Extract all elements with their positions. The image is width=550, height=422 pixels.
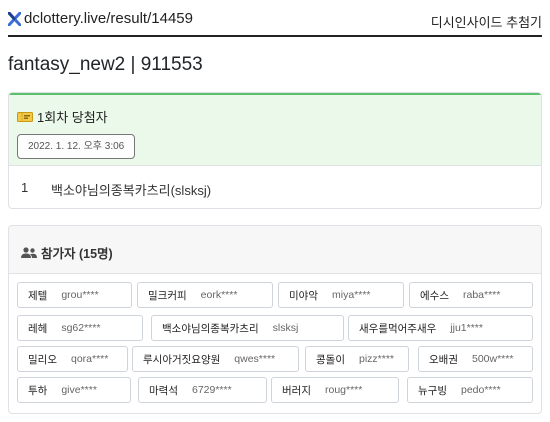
- winner-rank: 1: [21, 180, 29, 195]
- participants-title: 참가자 (15명): [21, 243, 113, 262]
- dcinside-lottery-link[interactable]: 디시인사이드 추첨기: [431, 12, 542, 31]
- participant-id: jju1****: [450, 322, 483, 334]
- participant-name: 레헤: [28, 322, 48, 335]
- participant-chip: 투하 give****: [17, 377, 131, 403]
- participant-chip: 백소야님의종복카츠리 slsksj: [151, 315, 344, 341]
- participant-id: qwes****: [234, 353, 276, 365]
- participant-name: 루시아거짓요양원: [143, 353, 221, 366]
- winner-row: 1 백소야님의종복카츠리(slsksj): [21, 180, 211, 199]
- x-logo-icon: [8, 11, 21, 26]
- participant-name: 미야악: [289, 289, 318, 302]
- participant-name: 마력석: [149, 384, 178, 397]
- ticket-icon: [17, 111, 33, 122]
- participant-id: raba****: [462, 289, 501, 301]
- participant-chip: 레헤 sg62****: [17, 315, 143, 341]
- participant-name: 투하: [28, 384, 48, 397]
- participant-chip: 마력석 6729****: [138, 377, 267, 403]
- participant-name: 새우를먹어주새우: [359, 322, 437, 335]
- participant-id: slsksj: [272, 322, 299, 334]
- participant-id: pizz****: [358, 353, 395, 365]
- participant-name: 제텔: [28, 289, 48, 302]
- participant-name: 콩돌이: [316, 353, 345, 366]
- participant-chip: 미야악 miya****: [278, 282, 404, 308]
- participant-id: qora****: [70, 353, 109, 365]
- participant-id: give****: [61, 384, 97, 396]
- page-title: fantasy_new2 | 911553: [8, 54, 203, 75]
- participant-name: 밀크커피: [148, 289, 187, 302]
- participant-id: eork****: [200, 289, 238, 301]
- participant-chip: 밀크커피 eork****: [137, 282, 273, 308]
- participant-name: 백소야님의종복카츠리: [162, 322, 259, 335]
- participant-chip: 뉴구빙 pedo****: [407, 377, 533, 403]
- participant-id: sg62****: [61, 322, 101, 334]
- winners-title: 1회차 당첨자: [17, 107, 108, 126]
- participants-title-text: 참가자 (15명): [41, 247, 113, 261]
- participant-id: 500w****: [471, 353, 514, 365]
- participant-chip: 오배권 500w****: [418, 346, 533, 372]
- participant-name: 뉴구빙: [418, 384, 447, 397]
- participants-header: 참가자 (15명): [9, 226, 541, 274]
- participant-id: pedo****: [460, 384, 501, 396]
- winners-header: 1회차 당첨자 2022. 1. 12. 오후 3:06: [9, 93, 541, 166]
- winner-name: 백소야님의종복카츠리(slsksj): [51, 183, 212, 198]
- brand-text: dclottery.live/result/14459: [24, 10, 193, 27]
- participant-chip: 새우를먹어주새우 jju1****: [348, 315, 533, 341]
- participant-id: roug****: [324, 384, 363, 396]
- participant-chip: 밀리오 qora****: [17, 346, 128, 372]
- participant-chip: 제텔 grou****: [17, 282, 132, 308]
- winners-title-text: 1회차 당첨자: [37, 110, 108, 125]
- participant-chip: 에수스 raba****: [409, 282, 533, 308]
- draw-date-badge: 2022. 1. 12. 오후 3:06: [17, 134, 136, 159]
- participant-name: 에수스: [420, 289, 449, 302]
- participant-chip: 콩돌이 pizz****: [305, 346, 409, 372]
- participant-chip: 버러지 roug****: [271, 377, 399, 403]
- users-icon: [21, 246, 37, 258]
- brand-link[interactable]: dclottery.live/result/14459: [8, 10, 193, 27]
- participant-name: 오배권: [429, 353, 458, 366]
- participant-id: 6729****: [191, 384, 232, 396]
- participants-card: 참가자 (15명) 제텔 grou**** 밀크커피 eork**** 미야악 …: [8, 225, 542, 414]
- participant-id: miya****: [331, 289, 371, 301]
- participant-name: 밀리오: [28, 353, 57, 366]
- participant-name: 버러지: [282, 384, 311, 397]
- participant-id: grou****: [61, 289, 99, 301]
- participant-chip: 루시아거짓요양원 qwes****: [132, 346, 299, 372]
- winners-card: 1회차 당첨자 2022. 1. 12. 오후 3:06 1 백소야님의종복카츠…: [8, 92, 542, 209]
- top-bar: dclottery.live/result/14459 디시인사이드 추첨기: [8, 8, 542, 37]
